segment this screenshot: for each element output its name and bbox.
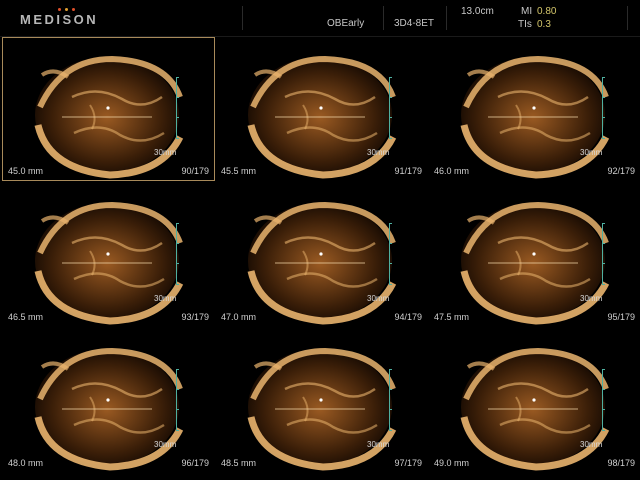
slice-cell[interactable]: 30mm 46.5 mm 93/179 [2,183,215,327]
header-divider [446,6,447,30]
slice-frame-counter: 94/179 [394,312,422,322]
slice-cell[interactable]: 30mm 46.0 mm 92/179 [428,37,640,181]
logo-dot-2 [65,8,68,11]
slice-frame-counter: 90/179 [181,166,209,176]
brand-logo: MEDISON [20,12,99,27]
preset-label: OBEarly [327,18,365,29]
slice-frame-counter: 95/179 [607,312,635,322]
slice-depth-label: 48.0 mm [8,458,44,468]
scale-label: 30mm [154,148,177,157]
tis-label: TIs [518,19,532,30]
slice-frame-counter: 96/179 [181,458,209,468]
header-bar: MEDISON OBEarly 3D4-8ET 13.0cm MI 0.80 T… [0,0,640,37]
ultrasound-slice-image [460,347,610,471]
ultrasound-slice-image [247,55,397,179]
depth-ruler [176,369,180,431]
slice-cell[interactable]: 30mm 47.0 mm 94/179 [215,183,428,327]
slice-cell[interactable]: 30mm 48.5 mm 97/179 [215,329,428,473]
scale-label: 30mm [367,294,390,303]
logo-dot-3 [72,8,75,11]
scale-label: 30mm [154,440,177,449]
slice-cell[interactable]: 30mm 45.5 mm 91/179 [215,37,428,181]
scale-label: 30mm [580,440,603,449]
slice-frame-counter: 93/179 [181,312,209,322]
slice-frame-counter: 97/179 [394,458,422,468]
slice-frame-counter: 91/179 [394,166,422,176]
logo-dots-icon [58,8,75,11]
logo-dot-1 [58,8,61,11]
depth-ruler [389,369,393,431]
ultrasound-slice-image [247,201,397,325]
slice-cell[interactable]: 30mm 48.0 mm 96/179 [2,329,215,473]
mi-value: 0.80 [537,6,557,17]
ultrasound-slice-image [460,55,610,179]
scale-label: 30mm [154,294,177,303]
slice-depth-label: 46.0 mm [434,166,470,176]
slice-depth-label: 45.5 mm [221,166,257,176]
probe-label: 3D4-8ET [394,18,435,29]
slice-depth-label: 47.0 mm [221,312,257,322]
slice-depth-label: 47.5 mm [434,312,470,322]
ultrasound-slice-image [34,55,184,179]
slice-depth-label: 49.0 mm [434,458,470,468]
header-divider [627,6,628,30]
scale-label: 30mm [367,148,390,157]
slice-depth-label: 46.5 mm [8,312,44,322]
slice-cell[interactable]: 30mm 47.5 mm 95/179 [428,183,640,327]
header-divider [383,6,384,30]
depth-ruler [176,77,180,139]
mi-label: MI [521,6,533,17]
depth-ruler [602,223,606,285]
depth-readout: 13.0cm [461,6,494,17]
depth-ruler [602,77,606,139]
slice-cell[interactable]: 30mm 49.0 mm 98/179 [428,329,640,473]
depth-ruler [389,223,393,285]
scale-label: 30mm [580,294,603,303]
scale-label: 30mm [580,148,603,157]
ultrasound-slice-image [34,347,184,471]
slice-frame-counter: 98/179 [607,458,635,468]
tis-value: 0.3 [537,19,551,30]
depth-ruler [389,77,393,139]
slice-grid: 30mm 45.0 mm 90/179 30mm 45.5 mm 91/179 30mm 46… [0,37,640,477]
depth-ruler [176,223,180,285]
depth-ruler [602,369,606,431]
slice-depth-label: 45.0 mm [8,166,44,176]
slice-cell[interactable]: 30mm 45.0 mm 90/179 [2,37,215,181]
header-divider [242,6,243,30]
ultrasound-slice-image [460,201,610,325]
slice-depth-label: 48.5 mm [221,458,257,468]
ultrasound-slice-image [34,201,184,325]
slice-frame-counter: 92/179 [607,166,635,176]
scale-label: 30mm [367,440,390,449]
ultrasound-slice-image [247,347,397,471]
